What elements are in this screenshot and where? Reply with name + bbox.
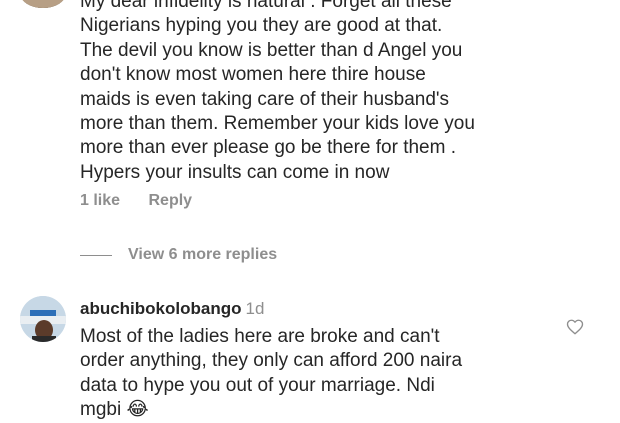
divider	[80, 254, 112, 256]
view-more-replies-button[interactable]: View 6 more replies	[80, 246, 277, 264]
likes-count[interactable]: 1 like	[80, 192, 120, 210]
avatar[interactable]	[20, 296, 66, 342]
avatar-image	[20, 296, 66, 342]
comment-text: My dear infidelity is natural . Forget a…	[80, 0, 475, 183]
username[interactable]: abuchibokolobango	[80, 299, 242, 318]
comment-header: abuchibokolobango 1d	[80, 299, 264, 319]
timestamp: 1d	[245, 299, 265, 318]
avatar[interactable]	[20, 0, 66, 8]
comment-text: Most of the ladies here are broke and ca…	[80, 326, 463, 421]
view-more-replies-label: View 6 more replies	[128, 246, 278, 263]
reply-button[interactable]: Reply	[148, 192, 192, 210]
avatar-image	[20, 0, 66, 8]
comment-meta: 1 like Reply	[80, 192, 192, 210]
heart-outline-icon[interactable]	[566, 318, 584, 336]
